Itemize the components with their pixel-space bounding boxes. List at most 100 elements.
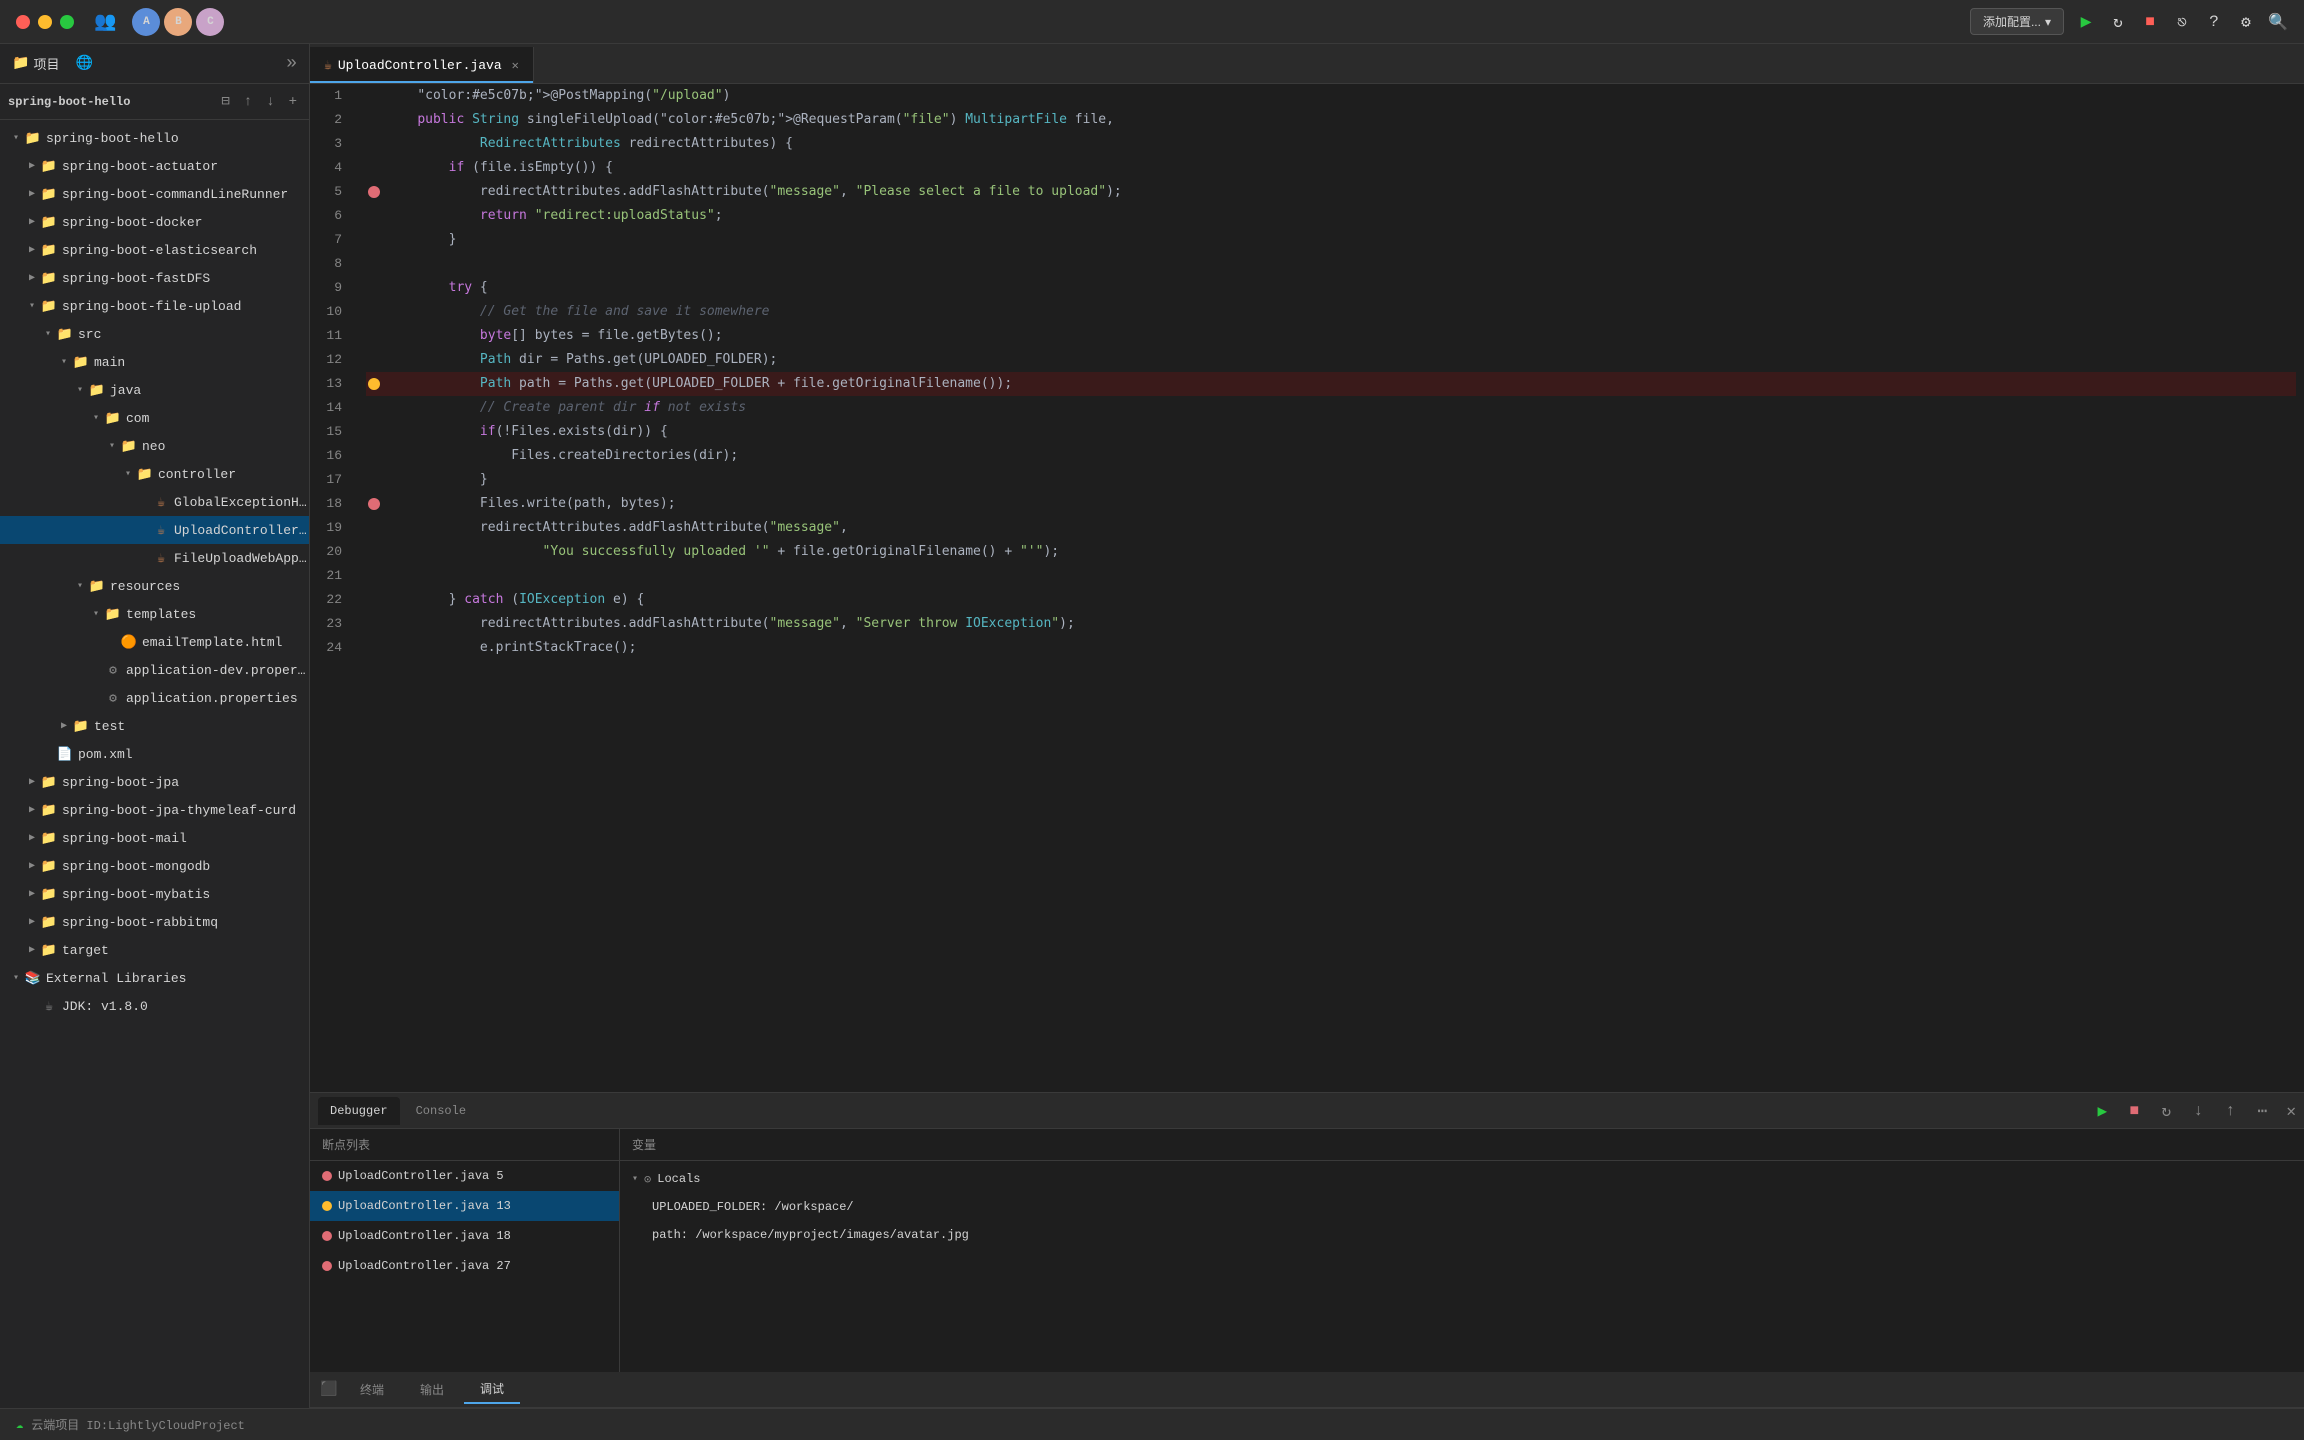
tree-item-UploadController[interactable]: ☕UploadController.java xyxy=(0,516,309,544)
tree-item-pom[interactable]: 📄pom.xml xyxy=(0,740,309,768)
tree-item-main[interactable]: ▾📁main xyxy=(0,348,309,376)
settings-icon[interactable]: ⚙ xyxy=(2236,12,2256,32)
sidebar-root-label: spring-boot-hello xyxy=(8,95,211,109)
code-line: redirectAttributes.addFlashAttribute("me… xyxy=(366,516,2296,540)
breakpoint-item[interactable]: UploadController.java 13 xyxy=(310,1191,619,1221)
tree-item-external-libs[interactable]: ▾📚External Libraries xyxy=(0,964,309,992)
console-tab[interactable]: Console xyxy=(404,1097,478,1125)
tree-item-resources[interactable]: ▾📁resources xyxy=(0,572,309,600)
resume-button[interactable]: ▶ xyxy=(2090,1099,2114,1123)
tree-item-label: target xyxy=(62,943,109,958)
stop-debug-button[interactable]: ■ xyxy=(2122,1099,2146,1123)
arrow-icon: ▾ xyxy=(8,970,24,986)
tree-item-spring-boot-commandLineRunner[interactable]: ▶📁spring-boot-commandLineRunner xyxy=(0,180,309,208)
tree-item-templates[interactable]: ▾📁templates xyxy=(0,600,309,628)
tree-item-java[interactable]: ▾📁java xyxy=(0,376,309,404)
tree-item-app-dev-props[interactable]: ⚙application-dev.properties xyxy=(0,656,309,684)
stop-button[interactable]: ■ xyxy=(2140,12,2160,32)
locals-icon: ⊙ xyxy=(644,1172,651,1187)
sidebar-tab-web[interactable]: 🌐 xyxy=(75,55,92,72)
breakpoint-item[interactable]: UploadController.java 5 xyxy=(310,1161,619,1191)
code-text: redirectAttributes.addFlashAttribute("me… xyxy=(386,516,848,540)
tree-item-spring-boot-fastDFS[interactable]: ▶📁spring-boot-fastDFS xyxy=(0,264,309,292)
tree-item-spring-boot-actuator[interactable]: ▶📁spring-boot-actuator xyxy=(0,152,309,180)
tree-item-spring-boot-mongodb[interactable]: ▶📁spring-boot-mongodb xyxy=(0,852,309,880)
line-number: 22 xyxy=(318,588,350,612)
debug-content: 断点列表 UploadController.java 5UploadContro… xyxy=(310,1129,2304,1372)
code-editor[interactable]: 123456789101112131415161718192021222324 … xyxy=(310,84,2304,1092)
arrow-icon: ▶ xyxy=(24,802,40,818)
search-icon[interactable]: 🔍 xyxy=(2268,12,2288,32)
sidebar-header: 📁 项目 🌐 » xyxy=(0,44,309,84)
tree-item-label: spring-boot-actuator xyxy=(62,159,218,174)
tree-item-label: spring-boot-jpa-thymeleaf-curd xyxy=(62,803,296,818)
add-config-button[interactable]: 添加配置... ▾ xyxy=(1970,8,2064,35)
step-out-button[interactable]: ↑ xyxy=(2218,1099,2242,1123)
upload-icon[interactable]: ↑ xyxy=(240,92,256,112)
code-text: // Get the file and save it somewhere xyxy=(386,300,770,324)
tree-item-label: spring-boot-file-upload xyxy=(62,299,241,314)
tree-item-jdk[interactable]: ☕JDK: v1.8.0 xyxy=(0,992,309,1020)
code-line: "You successfully uploaded '" + file.get… xyxy=(366,540,2296,564)
breakpoint-item[interactable]: UploadController.java 18 xyxy=(310,1221,619,1251)
maximize-button[interactable] xyxy=(60,15,74,29)
bottom-tab-调试[interactable]: 调试 xyxy=(464,1376,520,1404)
tree-item-emailTemplate[interactable]: 🟠emailTemplate.html xyxy=(0,628,309,656)
tree-item-spring-boot-rabbitmq[interactable]: ▶📁spring-boot-rabbitmq xyxy=(0,908,309,936)
step-over-button[interactable]: ↻ xyxy=(2154,1099,2178,1123)
tab-upload-controller[interactable]: ☕ UploadController.java ✕ xyxy=(310,47,534,83)
breakpoints-panel: 断点列表 UploadController.java 5UploadContro… xyxy=(310,1129,620,1372)
tree-item-controller[interactable]: ▾📁controller xyxy=(0,460,309,488)
sidebar-tab-project[interactable]: 📁 项目 xyxy=(12,54,59,73)
line-number: 13 xyxy=(318,372,350,396)
tree-item-FileUploadWebApplication[interactable]: ☕FileUploadWebApplication.ja... xyxy=(0,544,309,572)
step-into-button[interactable]: ↓ xyxy=(2186,1099,2210,1123)
more-debug-button[interactable]: ⋯ xyxy=(2250,1099,2274,1123)
breakpoint-label: UploadController.java 13 xyxy=(338,1199,511,1213)
tree-item-com[interactable]: ▾📁com xyxy=(0,404,309,432)
tree-item-app-props[interactable]: ⚙application.properties xyxy=(0,684,309,712)
run-button[interactable]: ▶ xyxy=(2076,12,2096,32)
sidebar-collapse-button[interactable]: » xyxy=(286,54,297,74)
tree-item-spring-boot-jpa[interactable]: ▶📁spring-boot-jpa xyxy=(0,768,309,796)
tree-item-neo[interactable]: ▾📁neo xyxy=(0,432,309,460)
filter-icon[interactable]: ⊟ xyxy=(217,91,233,112)
code-content[interactable]: "color:#e5c07b;">@PostMapping("/upload")… xyxy=(358,84,2304,1092)
tab-close-button[interactable]: ✕ xyxy=(512,58,519,73)
debug-close-button[interactable]: ✕ xyxy=(2286,1101,2296,1121)
bottom-tab-终端[interactable]: 终端 xyxy=(344,1376,400,1404)
debugger-tab[interactable]: Debugger xyxy=(318,1097,400,1125)
tree-item-spring-boot-mybatis[interactable]: ▶📁spring-boot-mybatis xyxy=(0,880,309,908)
tree-item-spring-boot-docker[interactable]: ▶📁spring-boot-docker xyxy=(0,208,309,236)
arrow-icon: ▶ xyxy=(24,942,40,958)
tree-item-label: controller xyxy=(158,467,236,482)
tree-item-test[interactable]: ▶📁test xyxy=(0,712,309,740)
breakpoint-item[interactable]: UploadController.java 27 xyxy=(310,1251,619,1281)
close-button[interactable] xyxy=(16,15,30,29)
bottom-panel-tabs: ⬛ 终端输出调试 xyxy=(310,1372,2304,1408)
expand-arrow-icon[interactable]: ▾ xyxy=(632,1173,638,1185)
tree-item-GlobalExceptionHandler[interactable]: ☕GlobalExceptionHandler.ja... xyxy=(0,488,309,516)
code-text: if(!Files.exists(dir)) { xyxy=(386,420,668,444)
bottom-tab-输出[interactable]: 输出 xyxy=(404,1376,460,1404)
download-icon[interactable]: ↓ xyxy=(262,92,278,112)
code-text: byte[] bytes = file.getBytes(); xyxy=(386,324,723,348)
tree-item-spring-boot-file-upload[interactable]: ▾📁spring-boot-file-upload xyxy=(0,292,309,320)
breakpoints-list[interactable]: UploadController.java 5 UploadController.… xyxy=(310,1161,619,1372)
tree-item-spring-boot-mail[interactable]: ▶📁spring-boot-mail xyxy=(0,824,309,852)
tree-item-spring-boot-elasticsearch[interactable]: ▶📁spring-boot-elasticsearch xyxy=(0,236,309,264)
titlebar-actions: 添加配置... ▾ ▶ ↻ ■ ⎋ ? ⚙ 🔍 xyxy=(1970,8,2288,35)
file-icon: ☕ xyxy=(152,521,170,539)
code-line: } xyxy=(366,468,2296,492)
minimize-button[interactable] xyxy=(38,15,52,29)
tree-item-label: application.properties xyxy=(126,691,298,706)
bottom-bar: ☁ 云端项目 ID:LightlyCloudProject xyxy=(0,1408,2304,1440)
share-icon[interactable]: ⎋ xyxy=(2172,12,2192,32)
tree-item-spring-boot-jpa-thymeleaf-curd[interactable]: ▶📁spring-boot-jpa-thymeleaf-curd xyxy=(0,796,309,824)
reload-button[interactable]: ↻ xyxy=(2108,12,2128,32)
help-icon[interactable]: ? xyxy=(2204,12,2224,32)
tree-item-src[interactable]: ▾📁src xyxy=(0,320,309,348)
tree-item-target[interactable]: ▶📁target xyxy=(0,936,309,964)
add-icon[interactable]: + xyxy=(285,92,301,112)
tree-item-spring-boot-hello[interactable]: ▾📁spring-boot-hello xyxy=(0,124,309,152)
